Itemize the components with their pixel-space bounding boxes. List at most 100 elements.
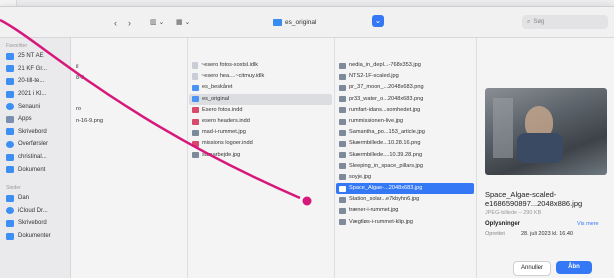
sidebar-section-places: Steder (6, 184, 21, 191)
list-item[interactable]: pr_37_moon_...2048x683.png (334, 82, 476, 93)
sidebar-item-label: 25 NT AE (18, 53, 44, 60)
list-item-label: træner-i-rummet.jpg (349, 207, 399, 214)
sidebar-item-label: Overførsler (18, 141, 48, 148)
list-item[interactable]: esero headers.indd (187, 116, 334, 127)
image-file-icon (192, 152, 199, 159)
list-item[interactable]: ~esero hea....~citmuy.idlk (187, 71, 334, 82)
indesign-file-icon (192, 118, 199, 125)
sidebar-section-favorites: Favoritter (6, 43, 28, 49)
sidebar-item-label: 21 KF Gr... (18, 65, 48, 72)
image-file-icon (339, 219, 346, 226)
preview-image-detail (493, 98, 513, 158)
list-item-label: ~esero fotos-xoxtsl.idlk (201, 62, 259, 68)
sidebar-item-label: Skrivebord (18, 128, 47, 135)
list-item[interactable]: NTS2-1F-scaled.jpg (334, 71, 476, 82)
list-item[interactable]: pr33_water_o...2048x683.png (334, 94, 476, 105)
preview-date-value: 28. juli 2023 kl. 16.40 (521, 231, 573, 237)
image-file-icon (339, 84, 346, 91)
list-item[interactable]: ro (71, 104, 187, 115)
list-item[interactable]: soyje.jpg (334, 172, 476, 183)
list-item-label: pr_37_moon_...2048x683.png (349, 84, 424, 91)
column-view-button[interactable]: ▥ ⌄ (150, 18, 164, 26)
folder-icon (6, 65, 14, 73)
image-file-icon (339, 96, 346, 103)
sidebar-item-apps[interactable]: Apps (0, 113, 70, 126)
list-item[interactable]: n-16-9.png (71, 116, 187, 127)
preview-pane: Space_Algae-scaled-e1686590897...2048x88… (477, 38, 614, 278)
sidebar-item-label: Senauni (18, 103, 41, 110)
list-item[interactable]: Vægtløs-i-rummet-klip.jpg (334, 217, 476, 228)
folder-icon (6, 90, 14, 98)
sidebar-item-downloads[interactable]: Overførsler (0, 138, 70, 151)
image-file-icon (339, 163, 346, 170)
column-2: ~esero fotos-xoxtsl.idlk ~esero hea....~… (187, 38, 335, 278)
popup-chevron-icon[interactable]: ⌄ (372, 15, 384, 27)
list-item-label: pr33_water_o...2048x683.png (349, 95, 424, 102)
list-item-label: es_original (202, 95, 230, 102)
sidebar-item[interactable]: 25 NT AE (0, 50, 70, 63)
sidebar-item[interactable]: 20-till-te... (0, 75, 70, 88)
list-item[interactable]: nedia_in_depl...-768x353.jpg (334, 60, 476, 71)
list-item[interactable]: træner-i-rummet.jpg (334, 205, 476, 216)
folder-popup[interactable]: es_original (273, 15, 316, 29)
list-item-label: Vægtløs-i-rummet-klip.jpg (349, 218, 414, 225)
back-button[interactable]: ‹ (114, 18, 117, 28)
sidebar-item[interactable]: 2021 i Kl... (0, 88, 70, 101)
list-item[interactable]: missions logoer.indd (187, 138, 334, 149)
list-item-label: ~esero hea....~citmuy.idlk (201, 73, 265, 80)
list-item[interactable]: Samantha_po...153_article.jpg (334, 127, 476, 138)
open-button[interactable]: Åbn (556, 261, 592, 274)
list-item[interactable]: Esero fotos.indd (187, 105, 334, 116)
indesign-file-icon (192, 140, 199, 147)
sidebar-item[interactable]: Dan (0, 192, 70, 205)
list-item-label: Space_Algae-...2048x683.jpg (349, 185, 423, 192)
sidebar-item[interactable]: Skrivebord (0, 217, 70, 230)
list-item[interactable]: 8-9 (71, 73, 187, 84)
list-item-label: Samantha_po...153_article.jpg (349, 129, 425, 136)
sidebar-item-documents[interactable]: Dokument (0, 163, 70, 176)
list-item[interactable]: Sleeping_in_space_pillars.jpg (334, 161, 476, 172)
list-item-label: Station_solar...e7kbyhn6.jpg (349, 196, 420, 203)
list-item-label: mad-i-rummet.jpg (202, 129, 246, 136)
sidebar-item-home[interactable]: christinal... (0, 151, 70, 164)
list-item[interactable]: rumfart-idans...somhedet.jpg (334, 105, 476, 116)
preview-image-detail (517, 133, 563, 163)
download-icon (6, 140, 14, 148)
image-file-icon (339, 196, 346, 203)
list-item-selected[interactable]: es_original (189, 93, 332, 105)
sidebar-item-desktop[interactable]: Skrivebord (0, 126, 70, 139)
document-icon (6, 166, 14, 174)
grid-view-button[interactable]: ▦ ⌄ (176, 18, 190, 26)
list-item-label: samarbejde.jpg (202, 151, 241, 158)
list-item-label: il (76, 64, 79, 70)
show-more-link[interactable]: Vis mere (577, 221, 599, 227)
list-item[interactable]: ~esero fotos-xoxtsl.idlk (187, 60, 334, 71)
list-item[interactable]: Station_solar...e7kbyhn6.jpg (334, 194, 476, 205)
list-item-label: Skærmbillede....10.39.28.png (349, 151, 423, 158)
sidebar-item-label: iCloud Dr... (18, 207, 48, 214)
desktop-icon (6, 128, 14, 136)
list-item[interactable]: rummissionen-live.jpg (334, 116, 476, 127)
list-item[interactable]: Skærmbillede...10.28.16.png (334, 138, 476, 149)
list-item-active[interactable]: Space_Algae-...2048x683.jpg (336, 183, 474, 195)
sidebar-item[interactable]: Senauni (0, 100, 70, 113)
list-item[interactable]: il (71, 62, 187, 73)
search-icon: ⌕ (527, 18, 531, 25)
sidebar-item[interactable]: 21 KF Gr... (0, 63, 70, 76)
list-item-label: missions logoer.indd (202, 140, 253, 147)
preview-filename: Space_Algae-scaled-e1686590897...2048x88… (485, 190, 583, 208)
computer-icon (6, 194, 14, 202)
forward-button[interactable]: › (128, 18, 131, 28)
cancel-button[interactable]: Annuller (513, 261, 551, 276)
list-item[interactable]: es_beskåret (187, 82, 334, 93)
sidebar-item[interactable]: Dokumenter (0, 230, 70, 243)
list-item[interactable]: samarbejde.jpg (187, 150, 334, 161)
list-item[interactable]: Skærmbillede....10.39.28.png (334, 150, 476, 161)
list-item[interactable]: mad-i-rummet.jpg (187, 127, 334, 138)
image-file-icon (339, 152, 346, 159)
sidebar-item-icloud[interactable]: iCloud Dr... (0, 205, 70, 218)
list-item-label: rummissionen-live.jpg (349, 117, 404, 124)
search-field[interactable]: ⌕ Søg (522, 15, 608, 29)
image-file-icon (339, 62, 346, 69)
image-file-icon (339, 107, 346, 114)
